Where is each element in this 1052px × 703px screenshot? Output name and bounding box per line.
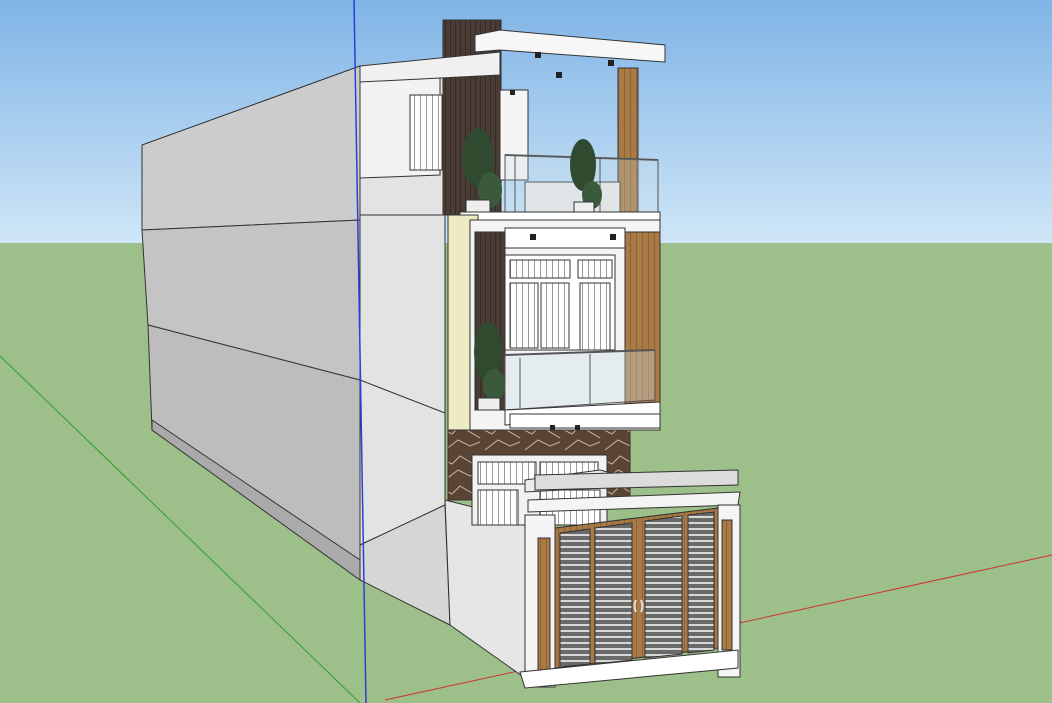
- middle-floor[interactable]: [447, 214, 661, 431]
- sketchup-viewport[interactable]: [0, 0, 1052, 703]
- model-canvas[interactable]: [0, 0, 1052, 703]
- balcony-railing[interactable]: [504, 349, 656, 411]
- double-door[interactable]: [504, 254, 616, 351]
- top-window[interactable]: [409, 94, 443, 171]
- front-gate[interactable]: [519, 469, 741, 689]
